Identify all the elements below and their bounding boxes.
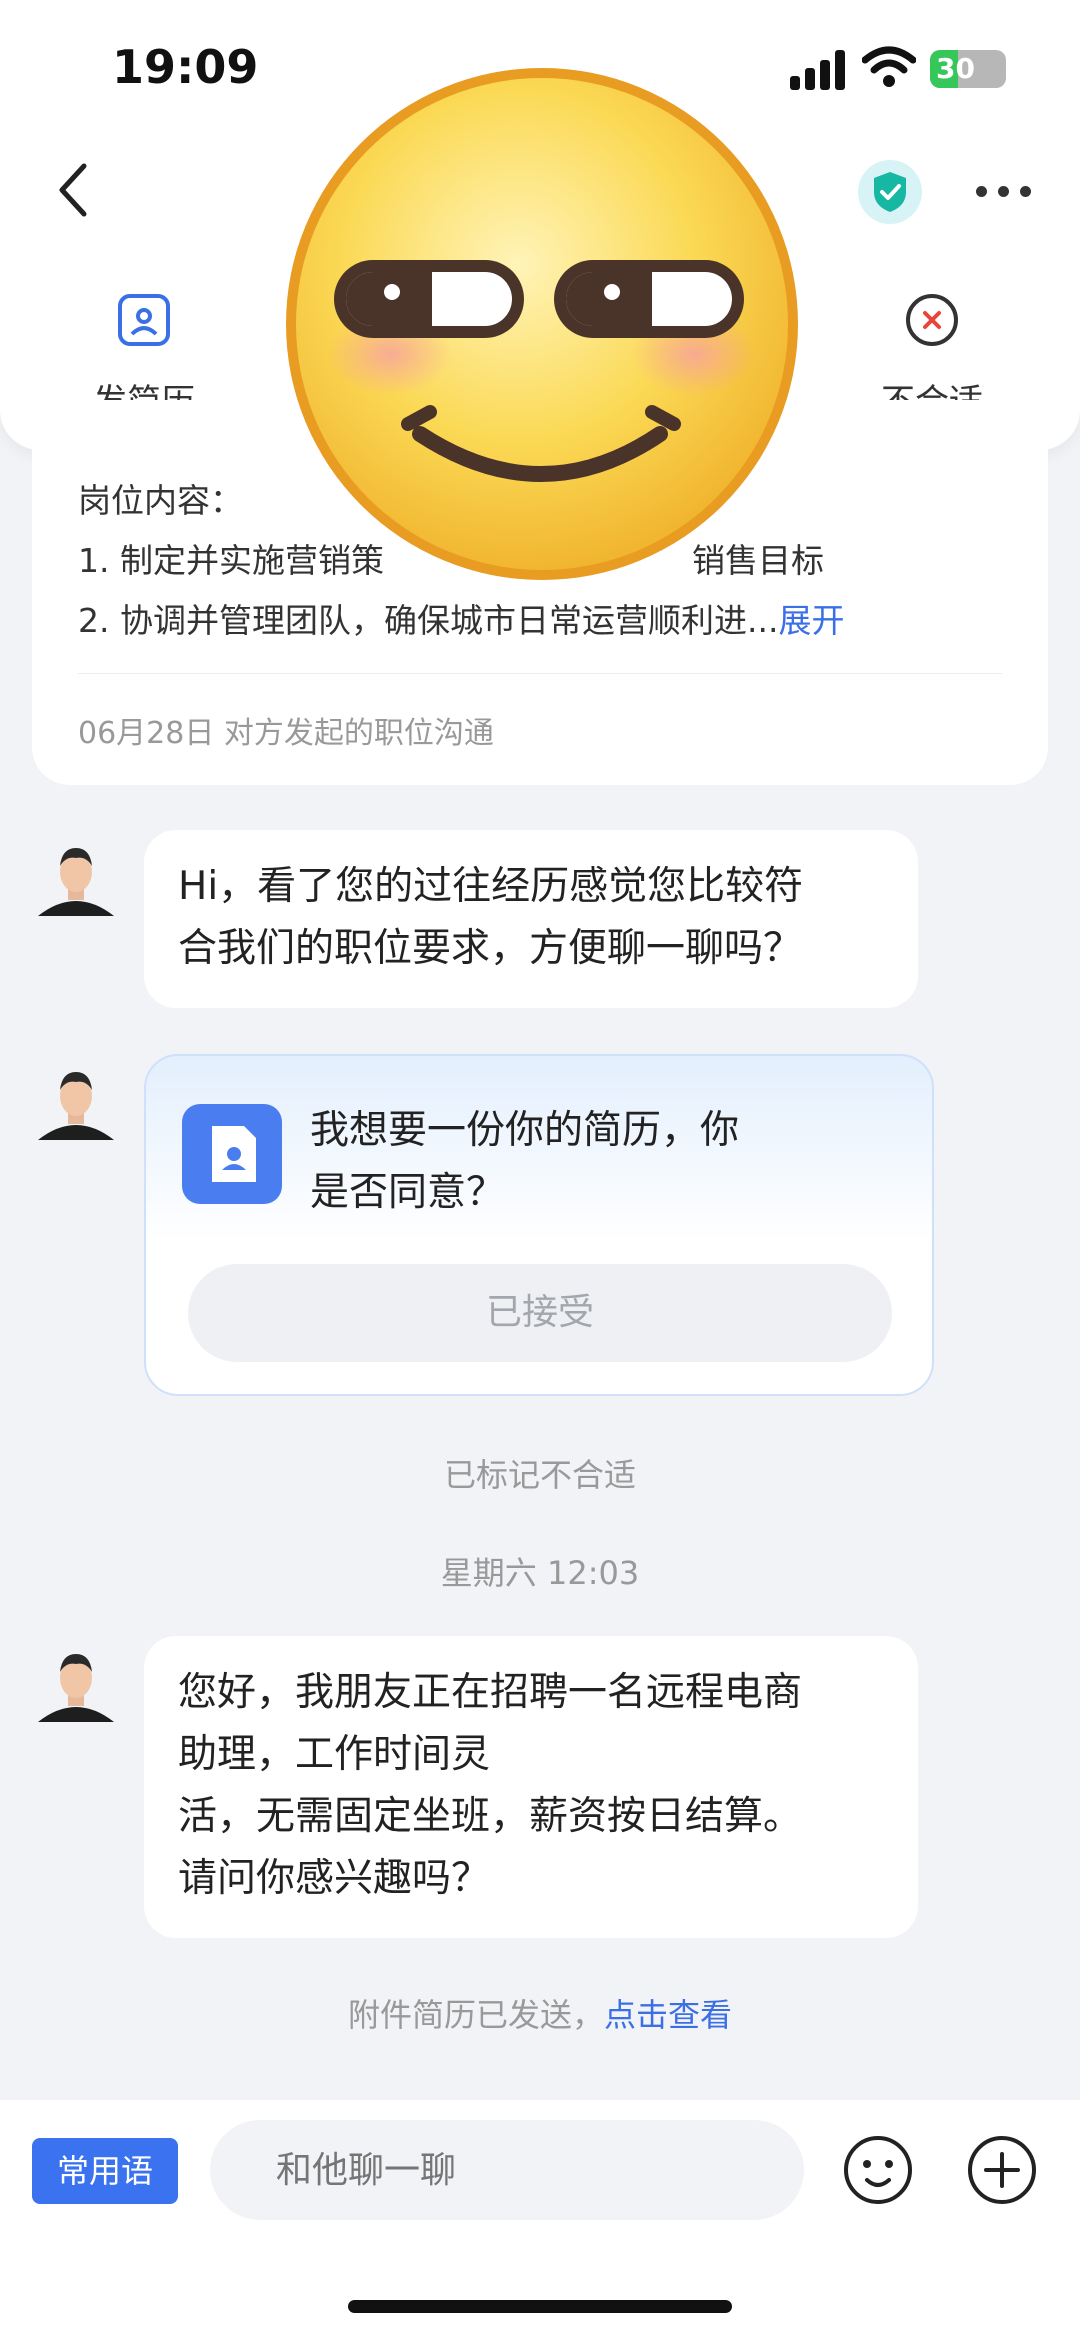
message-line: 活，无需固定坐班，薪资按日结算。 (178, 1794, 803, 1839)
job-line-2: 2. 协调并管理团队，确保城市日常运营顺利进...展开 (78, 594, 844, 642)
marked-unfit-note: 已标记不合适 (443, 1456, 636, 1494)
message-line: 助理，工作时间灵 (178, 1732, 491, 1777)
message-bubble: Hi，看了您的过往经历感觉您比较符 合我们的职位要求，方便聊一聊吗？ (144, 830, 918, 1008)
message-bubble: 您好，我朋友正在招聘一名远程电商 助理，工作时间灵 活，无需固定坐班，薪资按日结… (144, 1636, 918, 1938)
status-time: 19:09 (112, 40, 259, 94)
message-line: 合我们的职位要求，方便聊一聊吗？ (178, 926, 803, 971)
resume-sent-note: 附件简历已发送，点击查看 (0, 1990, 1080, 2036)
resume-sent-text: 附件简历已发送， (347, 1996, 604, 2034)
job-content-title: 岗位内容： (78, 481, 243, 520)
divider (78, 673, 1002, 674)
resume-request-line: 是否同意？ (310, 1170, 506, 1215)
resume-request-line: 我想要一份你的简历，你 (310, 1108, 740, 1153)
message-timestamp: 星期六 12:03 (440, 1554, 640, 1592)
battery-icon: 30 (930, 50, 1006, 88)
resume-icon (118, 294, 170, 346)
avatar[interactable] (36, 1060, 116, 1144)
battery-level: 30 (936, 52, 975, 85)
plus-icon[interactable] (966, 2134, 1038, 2206)
resume-card-icon (182, 1104, 282, 1204)
home-indicator (348, 2300, 732, 2313)
verified-shield-icon[interactable] (858, 160, 922, 224)
common-phrases-button[interactable]: 常用语 (32, 2138, 178, 2204)
expand-link[interactable]: 展开 (778, 601, 844, 640)
message-line: Hi，看了您的过往经历感觉您比较符 (178, 864, 804, 909)
chat-input[interactable] (210, 2120, 804, 2220)
message-line: 请问你感兴趣吗？ (178, 1856, 491, 1901)
view-resume-link[interactable]: 点击查看 (604, 1996, 732, 2034)
message-line: 您好，我朋友正在招聘一名远程电商 (178, 1670, 803, 1715)
job-line-2-text: 2. 协调并管理团队，确保城市日常运营顺利进... (78, 601, 779, 640)
close-circle-icon (906, 294, 958, 346)
avatar[interactable] (36, 1642, 116, 1726)
back-icon[interactable] (54, 160, 94, 220)
emoji-icon[interactable] (842, 2134, 914, 2206)
accepted-button: 已接受 (188, 1264, 892, 1362)
resume-request-text: 我想要一份你的简历，你 是否同意？ (310, 1100, 830, 1224)
job-meta: 06月28日 对方发起的职位沟通 (78, 716, 494, 751)
smirk-emoji-icon (286, 68, 798, 580)
avatar[interactable] (36, 836, 116, 920)
wifi-icon (862, 46, 916, 87)
more-icon[interactable] (976, 186, 1032, 198)
